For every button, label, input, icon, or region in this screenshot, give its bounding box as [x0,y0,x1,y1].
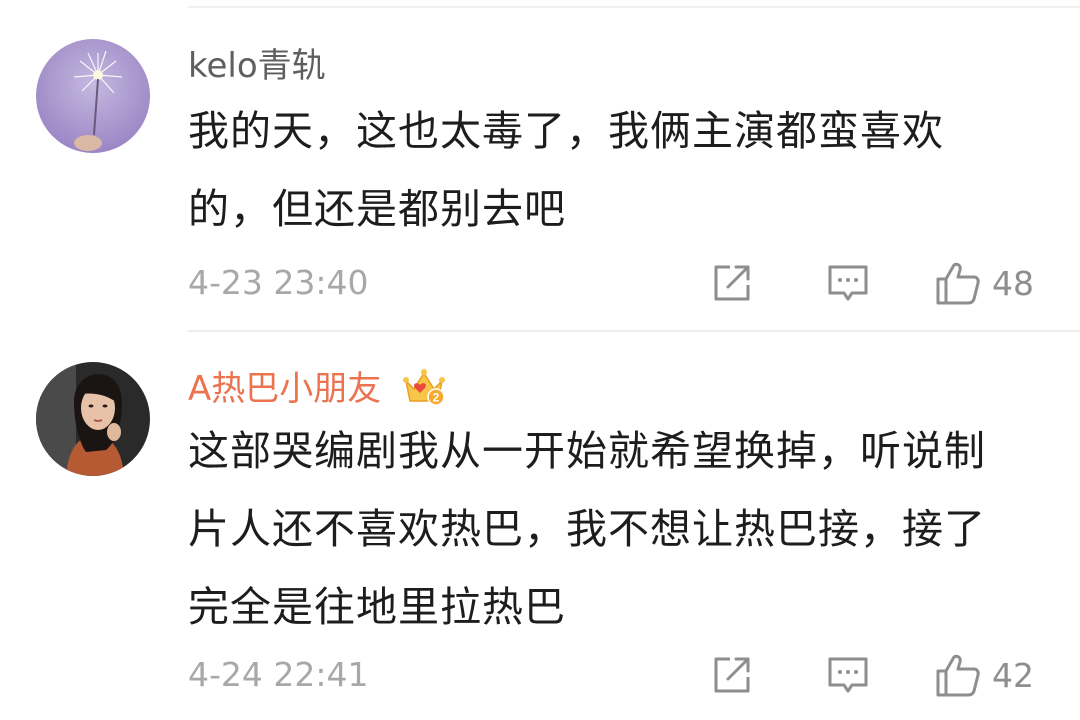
comment-item: A热巴小朋友 2 这部哭编剧我从一开始就希望换掉，听说制 片人还不喜欢热巴，我不… [0,332,1080,720]
comment-meta: 4-24 22:41 42 [188,650,1044,700]
timestamp: 4-23 23:40 [188,263,369,302]
comment-content: 这部哭编剧我从一开始就希望换掉，听说制 片人还不喜欢热巴，我不想让热巴接，接了 … [188,412,1058,646]
share-icon [714,265,750,301]
svg-text:2: 2 [433,390,440,404]
avatar[interactable] [36,39,150,153]
content-line: 我的天，这也太毒了，我俩主演都蛮喜欢 [188,107,944,155]
like-icon [936,262,980,305]
content-line: 完全是往地里拉热巴 [188,583,566,631]
like-count: 42 [992,655,1034,695]
username[interactable]: kelo青轨 [188,44,326,88]
like-count: 48 [992,263,1034,303]
username[interactable]: A热巴小朋友 2 [188,367,446,411]
content-line: 这部哭编剧我从一开始就希望换掉，听说制 [188,427,986,475]
crown-badge-icon: 2 [402,367,446,407]
username-text: kelo青轨 [188,46,326,86]
timestamp: 4-24 22:41 [188,655,369,694]
like-icon [936,654,980,697]
reply-button[interactable] [826,258,870,308]
like-button[interactable]: 42 [934,650,1034,700]
share-button[interactable] [710,258,754,308]
comment-icon [828,265,868,301]
share-button[interactable] [710,650,754,700]
reply-button[interactable] [826,650,870,700]
content-line: 的，但还是都别去吧 [188,185,566,233]
comment-content: 我的天，这也太毒了，我俩主演都蛮喜欢 的，但还是都别去吧 [188,92,1058,248]
comment-list: kelo青轨 我的天，这也太毒了，我俩主演都蛮喜欢 的，但还是都别去吧 4-23… [0,0,1080,720]
share-icon [714,657,750,693]
comment-meta: 4-23 23:40 48 [188,258,1044,308]
like-button[interactable]: 48 [934,258,1034,308]
comment-item: kelo青轨 我的天，这也太毒了，我俩主演都蛮喜欢 的，但还是都别去吧 4-23… [0,0,1080,330]
username-text: A热巴小朋友 [188,369,382,409]
comment-icon [828,657,868,693]
avatar[interactable] [36,362,150,476]
content-line: 片人还不喜欢热巴，我不想让热巴接，接了 [188,505,986,553]
